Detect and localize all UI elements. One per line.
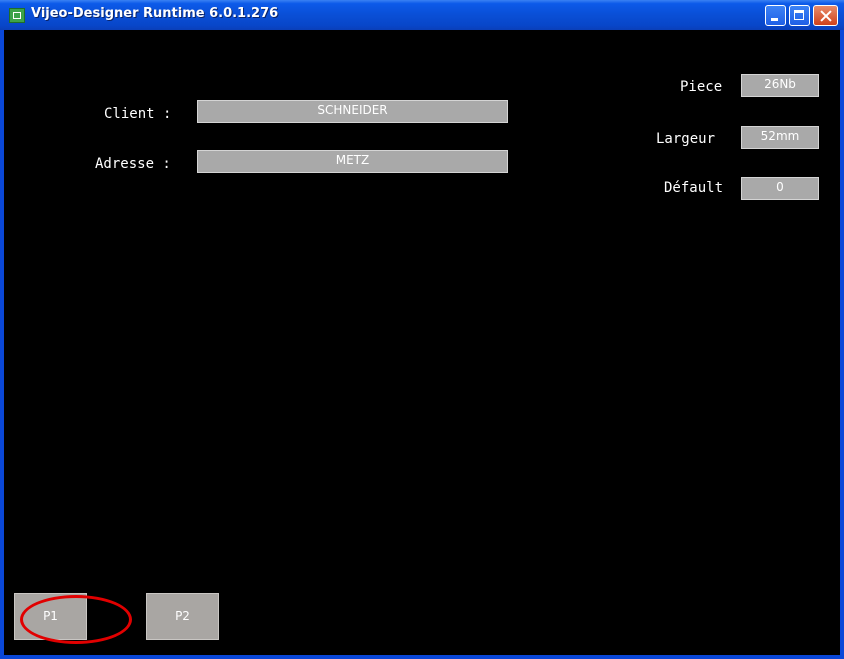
p2-button[interactable]: P2: [146, 593, 219, 640]
app-window: Vijeo-Designer Runtime 6.0.1.276 Client …: [0, 0, 844, 659]
minimize-icon[interactable]: [765, 5, 786, 26]
piece-value[interactable]: 26Nb: [741, 74, 819, 97]
piece-label: Piece: [680, 79, 723, 95]
maximize-icon[interactable]: [789, 5, 810, 26]
title-bar[interactable]: Vijeo-Designer Runtime 6.0.1.276: [0, 0, 844, 30]
window-title: Vijeo-Designer Runtime 6.0.1.276: [31, 6, 279, 21]
client-field[interactable]: SCHNEIDER: [197, 100, 508, 123]
default-value[interactable]: 0: [741, 177, 819, 200]
address-label: Adresse :: [95, 156, 171, 172]
close-icon[interactable]: [813, 5, 838, 26]
app-icon: [9, 8, 25, 23]
width-value[interactable]: 52mm: [741, 126, 819, 149]
address-field[interactable]: METZ: [197, 150, 508, 173]
client-label: Client :: [104, 106, 172, 122]
p1-button[interactable]: P1: [14, 593, 87, 640]
hmi-screen: Client : SCHNEIDER Adresse : METZ Piece …: [4, 30, 840, 655]
width-label: Largeur: [656, 131, 716, 147]
default-label: Défault: [664, 180, 724, 196]
